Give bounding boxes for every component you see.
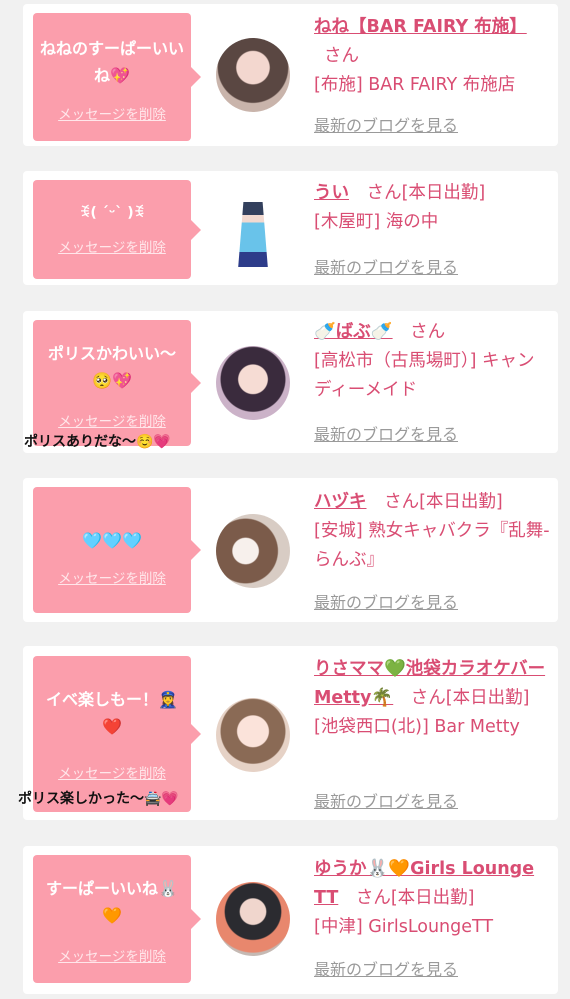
cast-info: うい さん[本日出勤] [木屋町] 海の中 [314, 179, 550, 237]
avatar[interactable] [216, 514, 290, 588]
work-status: [本日出勤] [401, 183, 486, 203]
shop-name: [中津] GirlsLoungeTT [314, 917, 494, 937]
latest-blog-link[interactable]: 最新のブログを見る [314, 112, 458, 136]
message-card: 🩵🩵🩵 メッセージを削除 ハヅキ さん[本日出勤] [安城] 熟女キャバクラ『乱… [23, 478, 558, 622]
message-text: ねねのすーぱーいいね💖 [39, 39, 184, 85]
message-text: ポリスかわいい〜🥺💖 [47, 344, 176, 390]
message-text: すーぱーいいね🐰🧡 [46, 879, 178, 925]
delete-message-link[interactable]: メッセージを削除 [33, 103, 191, 123]
message-bubble: ꉂ( ˊᵕˋ )ꉂ メッセージを削除 [33, 180, 201, 279]
honorific: さん [384, 492, 420, 512]
reply-text: ポリスありだな〜☺️💗 [24, 434, 171, 450]
delete-message-link[interactable]: メッセージを削除 [33, 762, 191, 782]
honorific: さん [366, 183, 402, 203]
cast-info: ねね【BAR FAIRY 布施】 さん [布施] BAR FAIRY 布施店 [314, 13, 550, 100]
latest-blog-link[interactable]: 最新のブログを見る [314, 421, 458, 445]
work-status: [本日出勤] [445, 688, 530, 708]
cast-info: りさママ💚池袋カラオケバーMetty🌴 さん[本日出勤] [池袋西口(北)] B… [314, 655, 550, 742]
cast-name-link[interactable]: うい [314, 183, 349, 203]
message-bubble: ねねのすーぱーいいね💖 メッセージを削除 [33, 13, 201, 141]
avatar[interactable] [216, 698, 290, 772]
honorific: さん [410, 688, 446, 708]
work-status: [本日出勤] [390, 888, 475, 908]
honorific: さん [355, 888, 391, 908]
message-card: すーぱーいいね🐰🧡 メッセージを削除 ゆうか🐰🧡Girls Lounge TT … [23, 846, 558, 994]
work-status: [本日出勤] [419, 492, 503, 512]
shop-name: [池袋西口(北)] Bar Metty [314, 717, 520, 737]
shop-name: [安城] 熟女キャバクラ『乱舞-らんぶ』 [314, 521, 550, 570]
message-bubble: ポリスかわいい〜🥺💖 メッセージを削除 [33, 320, 201, 446]
delete-message-link[interactable]: メッセージを削除 [33, 410, 191, 430]
cast-info: ハヅキ さん[本日出勤] [安城] 熟女キャバクラ『乱舞-らんぶ』 [314, 488, 550, 575]
delete-message-link[interactable]: メッセージを削除 [33, 567, 191, 587]
latest-blog-link[interactable]: 最新のブログを見る [314, 589, 458, 613]
shop-name: [木屋町] 海の中 [314, 212, 439, 232]
delete-message-link[interactable]: メッセージを削除 [33, 236, 191, 256]
cast-name-link[interactable]: 🍼ばぶ🍼 [314, 322, 393, 342]
cast-name-link[interactable]: ねね【BAR FAIRY 布施】 [314, 17, 527, 37]
latest-blog-link[interactable]: 最新のブログを見る [314, 788, 458, 812]
avatar[interactable] [238, 193, 268, 267]
latest-blog-link[interactable]: 最新のブログを見る [314, 956, 458, 980]
avatar[interactable] [216, 38, 290, 112]
reply-text: ポリス楽しかった〜🚔💗 [18, 791, 179, 807]
message-bubble: 🩵🩵🩵 メッセージを削除 [33, 487, 201, 613]
cast-info: ゆうか🐰🧡Girls Lounge TT さん[本日出勤] [中津] Girls… [314, 855, 550, 942]
message-text: イベ楽しもー！👮‍♀️❤️ [46, 690, 178, 736]
cast-info: 🍼ばぶ🍼 さん [高松市（古馬場町）] キャンディーメイド [314, 318, 550, 405]
honorific: さん [324, 46, 359, 66]
delete-message-link[interactable]: メッセージを削除 [33, 945, 191, 965]
message-card: ꉂ( ˊᵕˋ )ꉂ メッセージを削除 うい さん[本日出勤] [木屋町] 海の中… [23, 171, 558, 285]
message-bubble: すーぱーいいね🐰🧡 メッセージを削除 [33, 855, 201, 983]
honorific: さん [410, 322, 446, 342]
shop-name: [高松市（古馬場町）] キャンディーメイド [314, 351, 535, 400]
avatar[interactable] [216, 346, 290, 420]
cast-name-link[interactable]: ハヅキ [314, 492, 367, 512]
message-text: ꉂ( ˊᵕˋ )ꉂ [79, 205, 145, 221]
avatar[interactable] [216, 882, 290, 956]
shop-name: [布施] BAR FAIRY 布施店 [314, 75, 516, 95]
message-text: 🩵🩵🩵 [82, 531, 142, 550]
latest-blog-link[interactable]: 最新のブログを見る [314, 254, 458, 278]
message-card: ねねのすーぱーいいね💖 メッセージを削除 ねね【BAR FAIRY 布施】 さん… [23, 4, 558, 146]
